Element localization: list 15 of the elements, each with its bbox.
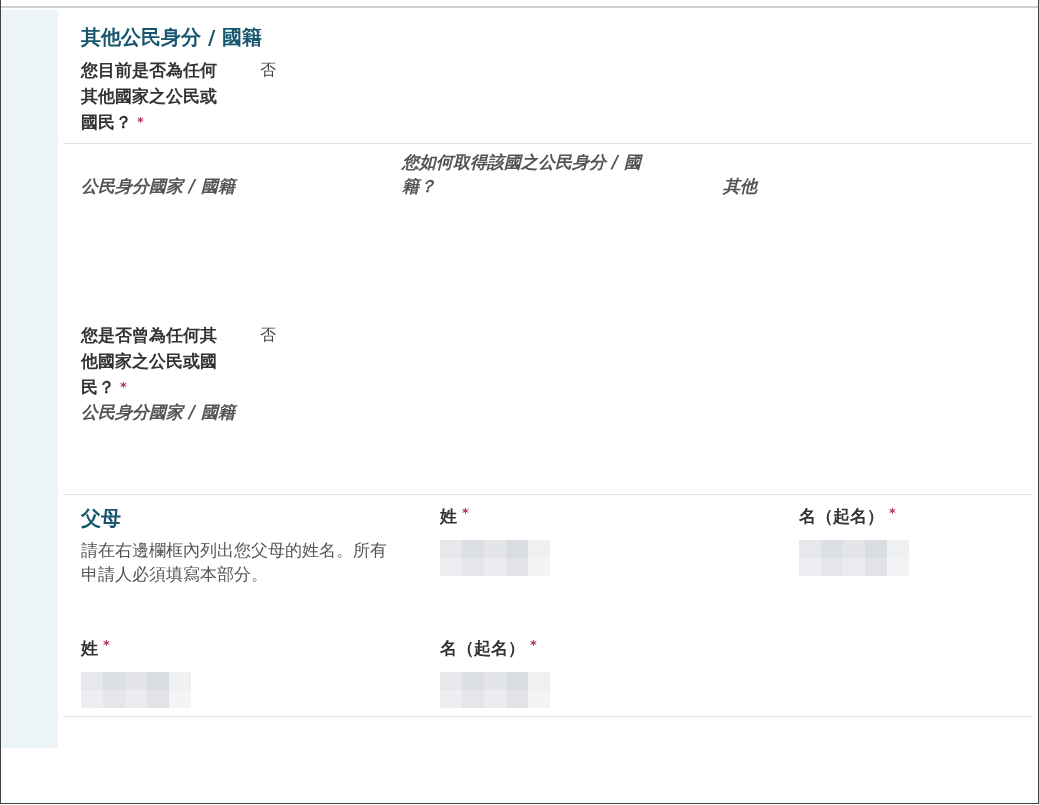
answer-value: 否 [260,324,276,346]
section-title: 父母 [81,505,122,532]
field-label: 姓 * [440,505,470,528]
question-label: 您是否曾為任何其他國家之公民或國民？ * [81,324,218,399]
field-label: 名（起名） * [799,505,897,528]
field-label: 名（起名） * [440,637,538,660]
column-header: 其他 [723,176,757,196]
column-header: 您如何取得該國之公民身分 / 國籍？ [402,152,642,196]
question-label: 您目前是否為任何其他國家之公民或國民？ * [81,59,218,134]
field-label: 姓 * [81,637,111,660]
answer-value: 否 [260,59,276,81]
column-header: 公民身分國家 / 國籍 [81,176,236,196]
section-title: 其他公民身分 / 國籍 [81,24,264,51]
section-description: 請在右邊欄框內列出您父母的姓名。所有申請人必須填寫本部分。 [81,539,388,586]
column-header: 公民身分國家 / 國籍 [81,401,239,424]
